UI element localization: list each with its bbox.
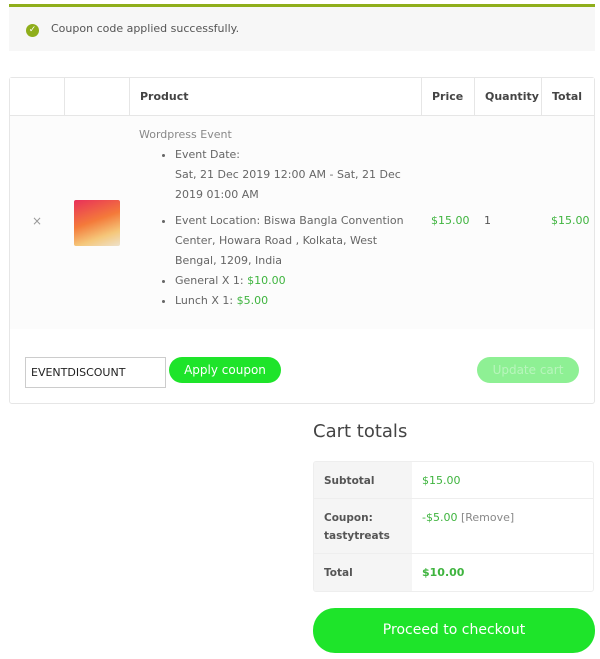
notice-message: Coupon code applied successfully.	[51, 22, 240, 35]
coupon-code-input[interactable]: EVENTDISCOUNT	[25, 357, 166, 388]
check-circle-icon: ✓	[26, 24, 39, 37]
event-location: Event Location: Biswa Bangla Convention …	[175, 211, 410, 271]
item-total: $15.00	[551, 214, 590, 227]
remove-item-button[interactable]: ×	[32, 214, 42, 228]
event-date-label: Event Date:	[175, 148, 241, 161]
cart-item-row: × Wordpress Event Event Date: Sat, 21 Dec…	[10, 116, 594, 329]
header-price: Price	[422, 78, 475, 116]
item-price: $15.00	[431, 214, 470, 227]
coupon-discount: -$5.00 [Remove]	[422, 509, 514, 527]
subtotal-row: Subtotal $15.00	[314, 462, 593, 499]
total-value: $10.00	[422, 566, 465, 579]
lunch-label: Lunch X 1:	[175, 294, 237, 307]
general-ticket: General X 1: $10.00	[175, 271, 429, 291]
apply-coupon-button[interactable]: Apply coupon	[169, 357, 281, 383]
cart-totals-table: Subtotal $15.00 Coupon: tastytreats -$5.…	[313, 461, 594, 592]
coupon-label: Coupon: tastytreats	[314, 499, 412, 553]
event-date-item: Event Date: Sat, 21 Dec 2019 12:00 AM - S…	[175, 145, 429, 205]
header-total: Total	[542, 78, 594, 116]
success-notice: ✓ Coupon code applied successfully.	[9, 4, 595, 51]
general-price: $10.00	[247, 274, 286, 287]
update-cart-button[interactable]: Update cart	[477, 357, 579, 383]
subtotal-value: $15.00	[422, 474, 461, 487]
total-label: Total	[314, 554, 412, 591]
header-quantity: Quantity	[475, 78, 542, 116]
total-row: Total $10.00	[314, 554, 593, 591]
header-thumbnail	[65, 78, 130, 116]
item-quantity[interactable]: 1	[484, 214, 491, 227]
general-label: General X 1:	[175, 274, 248, 287]
header-remove	[10, 78, 65, 116]
event-date: Sat, 21 Dec 2019 12:00 AM - Sat, 21 Dec …	[175, 168, 401, 201]
coupon-row: Coupon: tastytreats -$5.00 [Remove]	[314, 499, 593, 554]
cart-table: Product Price Quantity Total × Wordpress…	[9, 77, 595, 404]
lunch-price: $5.00	[236, 294, 269, 307]
product-details: Wordpress Event Event Date: Sat, 21 Dec 2…	[139, 125, 429, 311]
product-thumbnail[interactable]	[74, 200, 120, 246]
cart-totals-title: Cart totals	[313, 421, 408, 442]
subtotal-label: Subtotal	[314, 462, 412, 498]
header-product: Product	[130, 78, 422, 116]
proceed-to-checkout-button[interactable]: Proceed to checkout	[313, 608, 595, 653]
product-name-link[interactable]: Wordpress Event	[139, 125, 429, 145]
coupon-value: -$5.00	[422, 511, 458, 524]
remove-coupon-link[interactable]: [Remove]	[461, 511, 514, 524]
lunch-ticket: Lunch X 1: $5.00	[175, 291, 429, 311]
